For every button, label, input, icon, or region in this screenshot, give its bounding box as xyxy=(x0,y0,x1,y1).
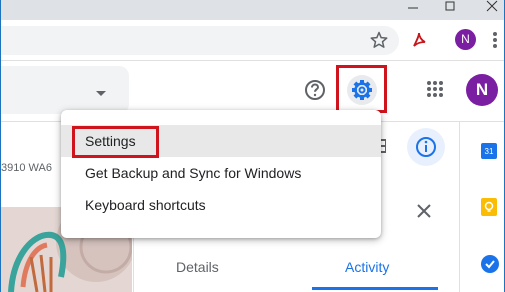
apps-grid-icon[interactable] xyxy=(426,80,444,98)
search-mail-bar[interactable] xyxy=(1,66,129,114)
search-options-icon[interactable] xyxy=(95,85,107,96)
keep-icon[interactable] xyxy=(481,198,497,216)
close-window-icon[interactable] xyxy=(482,0,502,14)
calendar-icon[interactable]: 31 xyxy=(481,143,497,159)
tasks-icon[interactable] xyxy=(481,255,499,273)
pdf-icon[interactable] xyxy=(409,30,429,50)
details-info-button[interactable] xyxy=(407,128,445,166)
tab-activity[interactable]: Activity xyxy=(345,259,405,275)
close-icon[interactable] xyxy=(414,201,434,221)
tab-details[interactable]: Details xyxy=(176,259,236,275)
active-tab-indicator xyxy=(312,287,438,290)
restore-icon[interactable] xyxy=(440,0,460,14)
settings-item-highlight xyxy=(72,126,159,158)
email-subject-fragment: 3910 WA6 xyxy=(1,162,52,174)
side-panel-divider xyxy=(459,122,460,292)
browser-profile-avatar[interactable]: N xyxy=(455,29,476,50)
account-avatar[interactable]: N xyxy=(466,74,498,106)
minimize-icon[interactable] xyxy=(403,0,423,14)
bookmark-star-icon[interactable] xyxy=(369,30,389,50)
settings-gear-highlight xyxy=(336,65,387,113)
address-bar[interactable] xyxy=(1,26,399,55)
menu-item-keyboard-shortcuts[interactable]: Keyboard shortcuts xyxy=(61,189,381,221)
help-icon[interactable] xyxy=(304,79,326,101)
info-icon xyxy=(416,137,436,157)
title-bar xyxy=(1,0,504,20)
menu-item-backup-and-sync[interactable]: Get Backup and Sync for Windows xyxy=(61,157,381,189)
browser-menu-icon[interactable] xyxy=(490,30,500,50)
